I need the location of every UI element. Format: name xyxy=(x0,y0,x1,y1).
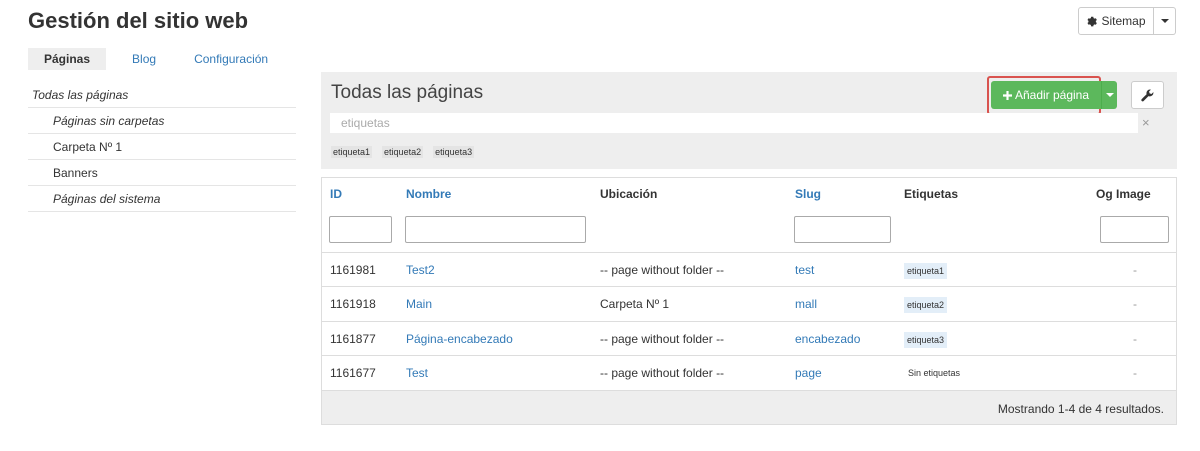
clear-tags-icon[interactable]: × xyxy=(1142,115,1150,130)
sidebar-item-sistema[interactable]: Páginas del sistema xyxy=(28,186,296,212)
row-tag-badge: etiqueta3 xyxy=(904,332,948,348)
sidebar-item-sin-carpetas[interactable]: Páginas sin carpetas xyxy=(28,108,296,134)
table-row: 1161981 Test2 -- page without folder -- … xyxy=(322,252,1176,286)
table-footer: Mostrando 1-4 de 4 resultados. xyxy=(322,390,1176,424)
results-summary: Mostrando 1-4 de 4 resultados. xyxy=(997,402,1164,416)
row-location: -- page without folder -- xyxy=(600,332,725,346)
row-slug-link[interactable]: test xyxy=(795,263,814,277)
tab-configuracion[interactable]: Configuración xyxy=(178,48,284,70)
tag-filter-chip[interactable]: etiqueta2 xyxy=(382,146,424,158)
add-page-dropdown-toggle[interactable] xyxy=(1101,81,1117,109)
row-slug-link[interactable]: encabezado xyxy=(795,332,860,346)
row-slug-link[interactable]: page xyxy=(795,366,822,380)
column-header-etiquetas: Etiquetas xyxy=(904,187,959,201)
tag-filter-list: etiqueta1 etiqueta2 etiqueta3 xyxy=(331,146,475,158)
tab-blog[interactable]: Blog xyxy=(106,48,178,70)
column-header-og-image: Og Image xyxy=(1096,187,1151,201)
slug-filter-input[interactable] xyxy=(794,216,891,243)
row-tag-badge: etiqueta1 xyxy=(904,263,948,279)
pages-table: ID Nombre Ubicación Slug Etiquetas Og Im… xyxy=(321,177,1177,425)
row-location: -- page without folder -- xyxy=(600,263,725,277)
tags-filter-input[interactable] xyxy=(330,113,1138,133)
tag-filter-chip[interactable]: etiqueta3 xyxy=(433,146,475,158)
table-row: 1161877 Página-encabezado -- page withou… xyxy=(322,321,1176,355)
sidebar-item-carpeta-1[interactable]: Carpeta Nº 1 xyxy=(28,134,296,160)
pages-panel-header: Todas las páginas Añadir página × etique… xyxy=(321,72,1177,169)
row-name-link[interactable]: Test xyxy=(406,366,428,380)
row-og-image: - xyxy=(1133,366,1137,380)
row-tag-badge: etiqueta2 xyxy=(904,297,948,313)
column-header-slug[interactable]: Slug xyxy=(795,187,821,201)
row-og-image: - xyxy=(1133,332,1137,346)
row-slug-link[interactable]: mall xyxy=(795,297,817,311)
sidebar: Todas las páginas Páginas sin carpetas C… xyxy=(28,82,296,212)
sidebar-item-todas[interactable]: Todas las páginas xyxy=(28,82,296,108)
add-page-button[interactable]: Añadir página xyxy=(991,81,1101,109)
table-row: 1161677 Test -- page without folder -- p… xyxy=(322,355,1176,389)
sitemap-button-group: Sitemap xyxy=(1078,7,1176,35)
tab-bar: Páginas Blog Configuración xyxy=(28,48,284,70)
sitemap-label: Sitemap xyxy=(1101,14,1146,28)
row-og-image: - xyxy=(1133,263,1137,277)
sitemap-button[interactable]: Sitemap xyxy=(1078,7,1154,35)
row-id: 1161918 xyxy=(330,297,376,311)
row-name-link[interactable]: Test2 xyxy=(406,263,435,277)
tag-filter-chip[interactable]: etiqueta1 xyxy=(331,146,373,158)
plus-icon xyxy=(1002,90,1012,100)
column-header-ubicacion: Ubicación xyxy=(600,187,658,201)
row-og-image: - xyxy=(1133,297,1137,311)
settings-button[interactable] xyxy=(1131,81,1164,109)
row-name-link[interactable]: Main xyxy=(406,297,432,311)
name-filter-input[interactable] xyxy=(405,216,586,243)
column-header-nombre[interactable]: Nombre xyxy=(406,187,451,201)
og-image-filter-input[interactable] xyxy=(1100,216,1169,243)
row-id: 1161677 xyxy=(330,366,376,380)
chevron-down-icon xyxy=(1105,93,1114,97)
panel-title: Todas las páginas xyxy=(331,82,484,103)
row-no-tags: Sin etiquetas xyxy=(908,368,961,378)
page-title: Gestión del sitio web xyxy=(28,8,249,33)
chevron-down-icon xyxy=(1160,19,1169,23)
wrench-icon xyxy=(1141,89,1154,101)
tab-paginas[interactable]: Páginas xyxy=(28,48,107,70)
row-id: 1161877 xyxy=(330,332,376,346)
gear-icon xyxy=(1087,16,1098,26)
id-filter-input[interactable] xyxy=(329,216,392,243)
row-location: -- page without folder -- xyxy=(600,366,725,380)
row-id: 1161981 xyxy=(330,263,376,277)
row-location: Carpeta Nº 1 xyxy=(600,297,670,311)
row-name-link[interactable]: Página-encabezado xyxy=(406,332,513,346)
column-header-id[interactable]: ID xyxy=(330,187,342,201)
add-page-label: Añadir página xyxy=(1014,88,1090,102)
sitemap-dropdown-toggle[interactable] xyxy=(1154,7,1176,35)
sidebar-item-banners[interactable]: Banners xyxy=(28,160,296,186)
table-row: 1161918 Main Carpeta Nº 1 mall etiqueta2… xyxy=(322,286,1176,320)
